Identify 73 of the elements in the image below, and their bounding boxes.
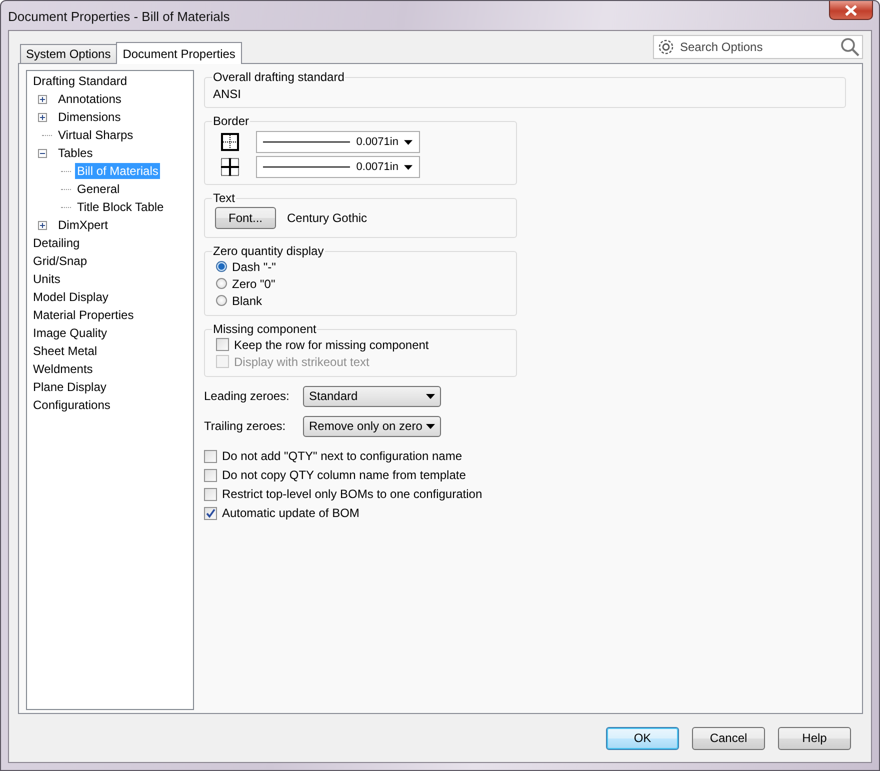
- group-label: Text: [212, 191, 236, 205]
- font-button[interactable]: Font...: [215, 207, 276, 229]
- option-label: Zero "0": [232, 276, 276, 290]
- checkbox-label: Restrict top-level only BOMs to one configuration: [222, 487, 482, 501]
- line-weight-dropdown[interactable]: 0.0071in: [256, 156, 420, 178]
- field-label: Leading zeroes:: [204, 389, 290, 403]
- tree-item[interactable]: Detailing: [31, 235, 82, 251]
- tree-item[interactable]: Dimensions: [56, 109, 123, 125]
- radio-button[interactable]: [216, 278, 227, 289]
- standard-value: ANSI: [213, 86, 242, 101]
- tree-item[interactable]: Title Block Table: [75, 199, 166, 215]
- option-label: Dash "-": [232, 260, 276, 274]
- checkbox-label: Do not copy QTY column name from template: [222, 468, 466, 482]
- font-name: Century Gothic: [287, 211, 368, 225]
- field-label: Trailing zeroes:: [204, 419, 287, 433]
- group-label: Missing component: [212, 322, 318, 336]
- caret-icon: [404, 140, 413, 144]
- tree-item[interactable]: Weldments: [31, 361, 95, 377]
- tree-item[interactable]: Material Properties: [31, 307, 136, 323]
- expander-icon[interactable]: [38, 94, 47, 104]
- checkbox-label: Automatic update of BOM: [222, 506, 360, 520]
- dialog-button[interactable]: Cancel: [692, 726, 765, 750]
- tree-item[interactable]: Model Display: [31, 289, 110, 305]
- checkbox[interactable]: [204, 506, 217, 520]
- tree-item[interactable]: Configurations: [31, 397, 112, 413]
- checkbox[interactable]: [204, 468, 217, 482]
- caret-icon: [426, 424, 435, 428]
- tab[interactable]: Document Properties: [116, 42, 242, 64]
- group-label: Border: [212, 114, 250, 128]
- checkbox[interactable]: [216, 338, 229, 351]
- gear-icon: [657, 38, 675, 56]
- group-label: Zero quantity display: [212, 244, 325, 258]
- tree-item[interactable]: Sheet Metal: [31, 343, 100, 359]
- leading-zeroes-dropdown[interactable]: Standard: [303, 386, 441, 406]
- tree-item[interactable]: DimXpert: [56, 217, 110, 233]
- line-sample-icon: [263, 165, 350, 169]
- tree-item[interactable]: Tables: [56, 145, 95, 161]
- search-bar[interactable]: Search Options: [653, 35, 863, 59]
- tree-item[interactable]: Grid/Snap: [31, 253, 90, 269]
- line-sample-icon: [263, 140, 350, 144]
- expander-icon[interactable]: [38, 220, 47, 230]
- tree-item[interactable]: Units: [31, 271, 62, 287]
- checkbox[interactable]: [204, 488, 217, 500]
- tree-item[interactable]: Drafting Standard: [31, 73, 130, 89]
- checkbox-label: Do not add "QTY" next to configuration name: [222, 449, 462, 463]
- tab[interactable]: System Options: [20, 44, 117, 63]
- outer-border-icon: [221, 133, 239, 151]
- expander-icon[interactable]: [38, 112, 47, 122]
- checkbox[interactable]: [204, 450, 217, 462]
- line-weight-dropdown[interactable]: 0.0071in: [256, 131, 420, 153]
- option-label: Blank: [232, 294, 262, 308]
- expander-icon[interactable]: [38, 148, 47, 158]
- tree-item[interactable]: Annotations: [56, 91, 124, 107]
- radio-button[interactable]: [216, 261, 227, 272]
- tree-item[interactable]: Image Quality: [31, 325, 110, 341]
- trailing-zeroes-dropdown[interactable]: Remove only on zero: [303, 416, 441, 436]
- close-icon: [844, 4, 858, 16]
- group-label: Overall drafting standard: [212, 70, 346, 84]
- search-icon: [840, 37, 860, 57]
- search-input[interactable]: Search Options: [678, 39, 837, 55]
- caret-icon: [404, 164, 413, 170]
- tree-item[interactable]: Virtual Sharps: [56, 127, 136, 143]
- window-title: Document Properties - Bill of Materials: [8, 9, 230, 24]
- option-label: Display with strikeout text: [234, 354, 370, 368]
- radio-button[interactable]: [216, 295, 227, 306]
- close-button[interactable]: [829, 1, 873, 20]
- tree-item[interactable]: Plane Display: [31, 379, 108, 395]
- inner-border-icon: [221, 158, 239, 176]
- dialog-button[interactable]: Help: [778, 726, 851, 750]
- tree-item[interactable]: General: [75, 181, 122, 197]
- dialog-button[interactable]: OK: [606, 726, 679, 750]
- caret-icon: [426, 394, 435, 398]
- option-label: Keep the row for missing component: [234, 338, 429, 352]
